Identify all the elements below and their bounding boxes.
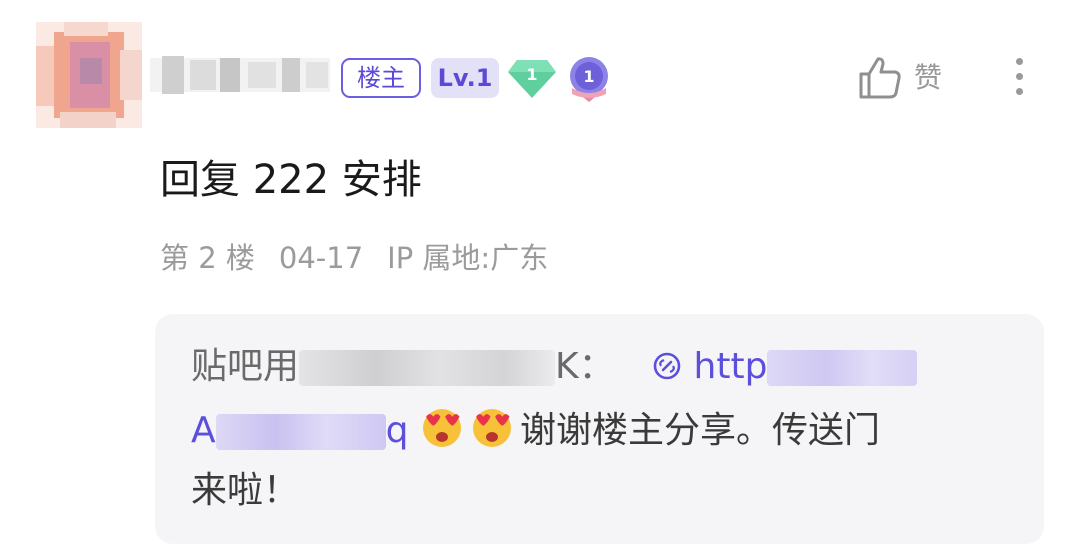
link-icon (653, 352, 681, 380)
thumb-up-icon (859, 57, 901, 99)
reply-content: 回复 222 安排 (160, 157, 422, 203)
gem-icon[interactable]: 1 (507, 56, 557, 100)
like-button[interactable]: 赞 (856, 50, 966, 106)
quote-message-line-3: 来啦！ (191, 470, 300, 511)
level-badge[interactable]: Lv.1 (431, 58, 499, 98)
quote-message: 谢谢楼主分享。传送门 (519, 410, 880, 451)
quoted-reply[interactable]: 贴吧用 K： http Aq 谢谢楼主分享。传送门 来啦！ (155, 314, 1044, 544)
quote-link[interactable]: http (652, 346, 918, 387)
more-options-button[interactable] (1002, 52, 1038, 100)
ip-location: IP 属地:广东 (387, 241, 549, 275)
heart-eyes-emoji-icon (422, 409, 461, 447)
quote-line-2: Aq 谢谢楼主分享。传送门 (191, 404, 880, 456)
post-date: 04-17 (278, 241, 364, 275)
quote-link-continued[interactable]: Aq (191, 410, 409, 451)
quote-line-1: 贴吧用 K： http (191, 342, 918, 392)
username[interactable] (150, 52, 330, 98)
floor-number: 第 2 楼 (160, 241, 255, 275)
quote-author[interactable]: 贴吧用 K： (191, 346, 615, 387)
medal-icon[interactable]: 1 (566, 54, 612, 104)
gem-number: 1 (526, 65, 537, 84)
louzhu-badge: 楼主 (341, 58, 421, 98)
medal-number: 1 (583, 67, 594, 86)
post-meta: 第 2 楼 04-17 IP 属地:广东 (160, 238, 572, 278)
like-label: 赞 (914, 61, 943, 94)
heart-eyes-emoji-icon (472, 409, 511, 447)
avatar[interactable] (36, 22, 142, 128)
